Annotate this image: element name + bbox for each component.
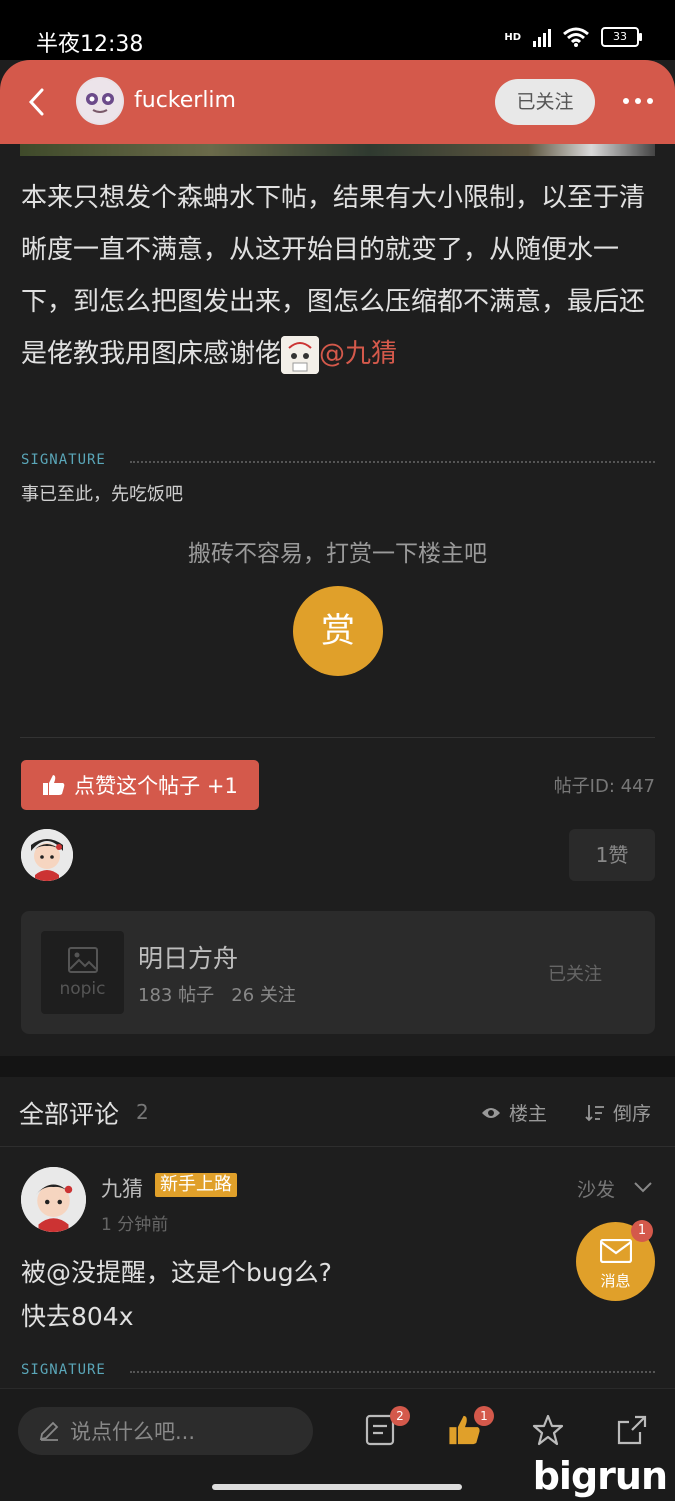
tip-prompt: 搬砖不容易，打赏一下楼主吧: [188, 541, 487, 567]
network-label: HD: [504, 31, 521, 43]
signature-divider: [130, 1371, 655, 1373]
forum-follower-count: 26 关注: [231, 985, 296, 1006]
comments-title: 全部评论: [19, 1100, 120, 1129]
comment-line: 被@没提醒，这是个bug么?: [21, 1258, 332, 1287]
wifi-icon: [563, 27, 589, 47]
home-indicator[interactable]: [212, 1484, 462, 1490]
post-image[interactable]: [20, 144, 655, 156]
signature-divider: [130, 461, 655, 463]
sort-order-label: 倒序: [613, 1103, 652, 1125]
liker-avatar[interactable]: [21, 829, 73, 881]
signature-label: SIGNATURE: [21, 452, 106, 468]
watermark-logo: bigrun: [532, 1454, 668, 1498]
forum-name: 明日方舟: [138, 944, 239, 973]
comment-input[interactable]: 说点什么吧...: [18, 1407, 313, 1455]
divider: [20, 737, 655, 738]
back-icon[interactable]: [26, 86, 46, 118]
image-placeholder-icon: [68, 947, 98, 973]
eye-icon: [482, 1107, 500, 1118]
comment-avatar[interactable]: [21, 1167, 86, 1232]
chevron-down-icon[interactable]: [633, 1180, 653, 1194]
sticker-image: [281, 335, 320, 374]
comments-count: 2: [136, 1100, 149, 1124]
signal-icon: [533, 27, 551, 47]
star-icon[interactable]: [531, 1413, 565, 1447]
post-content: 本来只想发个森蚺水下帖，结果有大小限制，以至于清晰度一直不满意，从这开始目的就变…: [21, 172, 653, 380]
message-label: 消息: [600, 1272, 631, 1290]
forum-post-count: 183 帖子: [138, 985, 215, 1006]
user-level-badge: 新手上路: [155, 1173, 237, 1197]
like-post-button[interactable]: 点赞这个帖子 +1: [21, 760, 259, 810]
mention-link[interactable]: @九猜: [319, 339, 397, 369]
battery-icon: 33: [601, 27, 642, 47]
forum-thumbnail: nopic: [41, 931, 124, 1014]
status-icons: HD 33: [504, 27, 642, 47]
comment-line: 快去804x: [21, 1302, 134, 1331]
likes-badge: 1: [474, 1406, 494, 1426]
like-count[interactable]: 1赞: [569, 829, 655, 881]
author-name[interactable]: fuckerlim: [134, 88, 236, 113]
share-icon[interactable]: [615, 1413, 649, 1447]
nopic-label: nopic: [59, 979, 106, 999]
input-placeholder: 说点什么吧...: [70, 1420, 196, 1444]
thumbs-up-icon: [43, 775, 65, 795]
forum-stats: 183 帖子 26 关注: [138, 981, 296, 1007]
comments-badge: 2: [390, 1406, 410, 1426]
follow-button[interactable]: 已关注: [495, 79, 595, 125]
status-time: 半夜12:38: [36, 32, 144, 57]
pencil-icon: [39, 1421, 59, 1441]
status-bar: 半夜12:38 HD 33: [0, 0, 675, 60]
mail-icon: [600, 1239, 632, 1263]
post-header: fuckerlim 已关注: [0, 60, 675, 144]
post-id: 帖子ID: 447: [553, 776, 655, 797]
forum-follow-button[interactable]: 已关注: [548, 960, 602, 986]
comment-body: 被@没提醒，这是个bug么? 快去804x: [21, 1251, 332, 1339]
author-avatar[interactable]: [76, 77, 124, 125]
tip-button[interactable]: 赏: [293, 586, 383, 676]
author-only-filter[interactable]: 楼主: [481, 1099, 547, 1126]
comment-floor: 沙发: [577, 1179, 616, 1201]
divider: [0, 1146, 675, 1147]
section-gap: [0, 1056, 675, 1077]
comment-author-name[interactable]: 九猜: [101, 1173, 143, 1203]
sort-order-filter[interactable]: 倒序: [585, 1099, 651, 1126]
message-badge: 1: [631, 1220, 653, 1242]
comment-time: 1 分钟前: [101, 1215, 169, 1235]
like-button-label: 点赞这个帖子 +1: [74, 774, 238, 798]
forum-card[interactable]: nopic 明日方舟 183 帖子 26 关注 已关注: [21, 911, 655, 1034]
floating-message-button[interactable]: 消息 1: [576, 1220, 655, 1301]
signature-text: 事已至此，先吃饭吧: [21, 484, 183, 505]
sort-icon: [585, 1104, 604, 1121]
comment-signature-label: SIGNATURE: [21, 1362, 106, 1378]
more-icon[interactable]: [623, 98, 653, 104]
author-only-label: 楼主: [509, 1103, 548, 1125]
